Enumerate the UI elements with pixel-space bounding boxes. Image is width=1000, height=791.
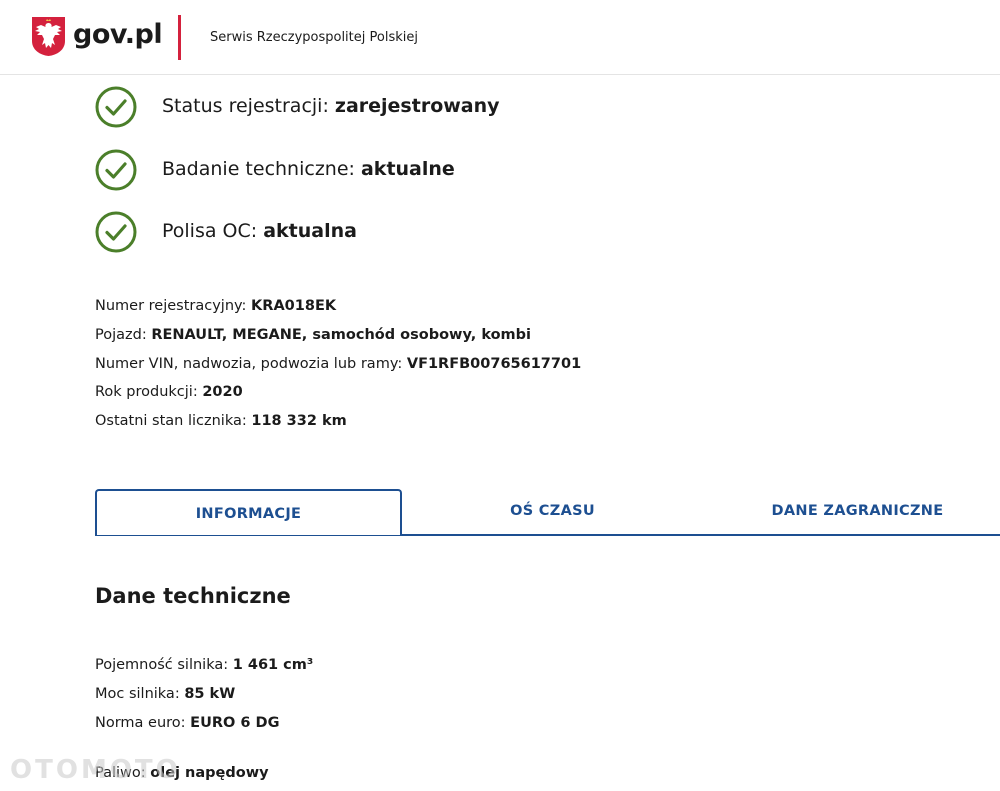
- status-value: zarejestrowany: [334, 95, 500, 117]
- status-row-registration: Status rejestracji: zarejestrowany: [95, 86, 795, 130]
- euro-norm-value: EURO 6 DG: [190, 715, 280, 731]
- odometer-line: Ostatni stan licznika: 118 332 km: [95, 413, 347, 429]
- registration-number-line: Numer rejestracyjny: KRA018EK: [95, 298, 336, 314]
- tab-dane-zagraniczne[interactable]: DANE ZAGRANICZNE: [705, 489, 1000, 534]
- section-title: Dane techniczne: [95, 584, 291, 608]
- status-text: Polisa OC: aktualna: [162, 220, 357, 242]
- engine-capacity-value: 1 461 cm³: [232, 657, 314, 673]
- tab-os-czasu[interactable]: OŚ CZASU: [400, 489, 705, 534]
- registration-number-value: KRA018EK: [251, 298, 337, 314]
- status-label: Polisa OC:: [162, 220, 264, 242]
- vin-value: VF1RFB00765617701: [406, 356, 582, 372]
- status-row-insurance: Polisa OC: aktualna: [95, 211, 795, 255]
- tab-bar: INFORMACJE OŚ CZASU DANE ZAGRANICZNE: [95, 489, 1000, 536]
- info-label: Numer rejestracyjny:: [95, 298, 252, 314]
- info-label: Pojazd:: [95, 327, 152, 343]
- euro-norm-line: Norma euro: EURO 6 DG: [95, 715, 279, 731]
- check-circle-icon: [95, 211, 137, 253]
- vin-line: Numer VIN, nadwozia, podwozia lub ramy: …: [95, 356, 581, 372]
- gov-pl-logo-text[interactable]: gov.pl: [73, 19, 163, 50]
- odometer-value: 118 332 km: [251, 413, 347, 429]
- info-label: Rok produkcji:: [95, 384, 203, 400]
- check-circle-icon: [95, 149, 137, 191]
- polish-eagle-emblem-icon[interactable]: [30, 15, 67, 57]
- info-label: Moc silnika:: [95, 686, 185, 702]
- info-label: Pojemność silnika:: [95, 657, 233, 673]
- service-name: Serwis Rzeczypospolitej Polskiej: [210, 30, 418, 45]
- info-label: Ostatni stan licznika:: [95, 413, 252, 429]
- production-year-line: Rok produkcji: 2020: [95, 384, 243, 400]
- tab-label: INFORMACJE: [195, 506, 302, 522]
- status-row-inspection: Badanie techniczne: aktualne: [95, 149, 795, 193]
- check-circle-icon: [95, 86, 137, 128]
- tab-label: OŚ CZASU: [510, 503, 595, 519]
- production-year-value: 2020: [202, 384, 243, 400]
- info-label: Norma euro:: [95, 715, 191, 731]
- status-value: aktualne: [360, 158, 455, 180]
- engine-power-value: 85 kW: [184, 686, 236, 702]
- engine-capacity-line: Pojemność silnika: 1 461 cm³: [95, 657, 313, 673]
- engine-power-line: Moc silnika: 85 kW: [95, 686, 235, 702]
- vehicle-line: Pojazd: RENAULT, MEGANE, samochód osobow…: [95, 327, 531, 343]
- vehicle-value: RENAULT, MEGANE, samochód osobowy, kombi: [151, 327, 531, 343]
- tab-label: DANE ZAGRANICZNE: [771, 503, 944, 519]
- watermark: OTOMOTO: [10, 755, 181, 785]
- tab-informacje[interactable]: INFORMACJE: [95, 489, 402, 535]
- info-label: Numer VIN, nadwozia, podwozia lub ramy:: [95, 356, 407, 372]
- status-value: aktualna: [263, 220, 357, 242]
- status-label: Badanie techniczne:: [162, 158, 361, 180]
- status-text: Badanie techniczne: aktualne: [162, 158, 455, 180]
- site-header: gov.pl Serwis Rzeczypospolitej Polskiej: [0, 0, 1000, 75]
- status-label: Status rejestracji:: [162, 95, 335, 117]
- status-text: Status rejestracji: zarejestrowany: [162, 95, 500, 117]
- header-divider: [178, 15, 181, 60]
